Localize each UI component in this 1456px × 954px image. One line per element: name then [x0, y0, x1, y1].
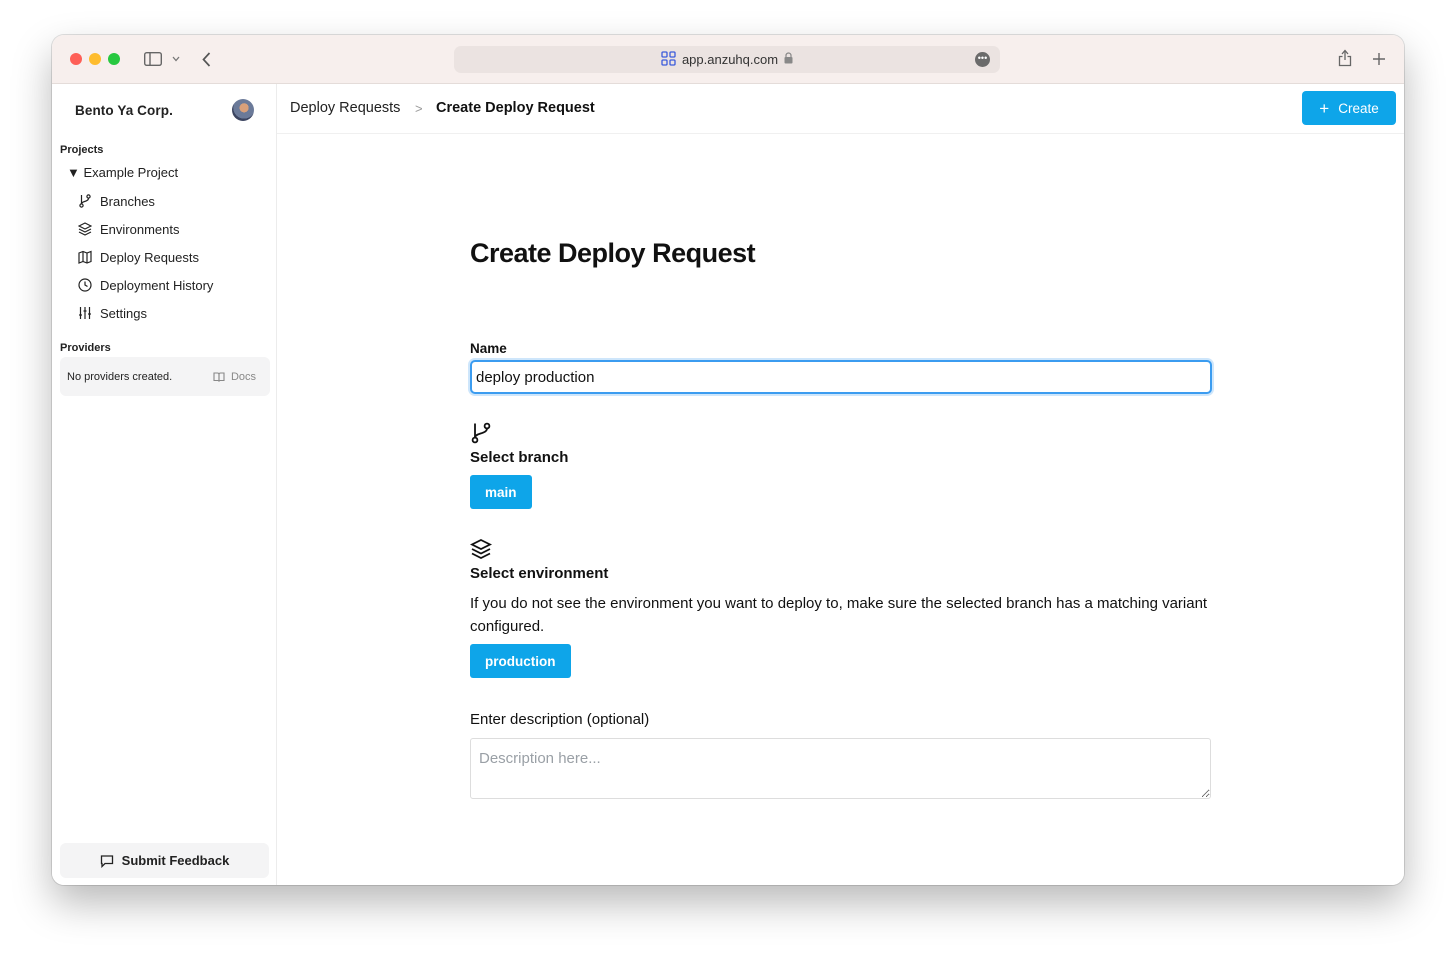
projects-heading: Projects [60, 144, 104, 156]
browser-window: app.anzuhq.com ••• Bento Ya Corp. Projec… [52, 35, 1404, 885]
share-icon[interactable] [1336, 48, 1354, 68]
select-branch-label: Select branch [470, 449, 569, 466]
back-arrow-icon[interactable] [199, 49, 213, 69]
submit-feedback-button[interactable]: Submit Feedback [60, 843, 269, 878]
layers-icon [470, 538, 492, 560]
site-grid-icon [661, 50, 676, 69]
sliders-icon [79, 307, 91, 319]
project-toggle[interactable]: ▼ Example Project [67, 165, 178, 180]
sidebar-item-label: Settings [100, 305, 147, 321]
lock-icon [784, 52, 793, 67]
sidebar-item-branches[interactable]: Branches [78, 191, 155, 211]
sidebar-item-environments[interactable]: Environments [78, 219, 179, 239]
submit-feedback-label: Submit Feedback [121, 853, 230, 868]
layers-icon [78, 222, 92, 236]
git-branch-icon [471, 422, 491, 444]
url-text: app.anzuhq.com [681, 52, 779, 67]
avatar[interactable] [232, 99, 254, 121]
create-button-label: Create [1338, 100, 1379, 116]
branch-option-main[interactable]: main [470, 475, 532, 509]
select-environment-label: Select environment [470, 565, 609, 582]
chevron-down-icon[interactable] [171, 49, 181, 69]
sidebar-item-label: Branches [100, 193, 155, 209]
page-title: Create Deploy Request [470, 238, 756, 268]
sidebar-item-deployment-history[interactable]: Deployment History [78, 275, 213, 295]
sidebar-item-settings[interactable]: Settings [78, 303, 147, 323]
git-branch-icon [79, 194, 91, 208]
clock-icon [78, 278, 92, 292]
no-providers-text: No providers created. [67, 370, 173, 383]
close-window-button[interactable] [70, 53, 82, 65]
message-square-icon [100, 854, 113, 868]
address-bar[interactable]: app.anzuhq.com ••• [454, 46, 1000, 73]
sidebar-item-label: Deploy Requests [100, 249, 199, 265]
docs-label: Docs [230, 370, 256, 383]
docs-link[interactable]: Docs [213, 371, 256, 383]
create-button[interactable]: + Create [1302, 91, 1396, 125]
providers-heading: Providers [60, 342, 111, 354]
plus-icon: + [1319, 98, 1330, 118]
sidebar: Bento Ya Corp. Projects ▼ Example Projec… [52, 84, 277, 885]
breadcrumb-current: Create Deploy Request [436, 100, 595, 116]
name-input[interactable] [470, 360, 1212, 394]
sidebar-item-deploy-requests[interactable]: Deploy Requests [78, 247, 199, 267]
breadcrumb-separator: > [415, 101, 423, 116]
map-icon [78, 250, 92, 264]
sidebar-item-label: Deployment History [100, 277, 214, 293]
environment-option-production[interactable]: production [470, 644, 571, 678]
minimize-window-button[interactable] [89, 53, 101, 65]
maximize-window-button[interactable] [108, 53, 120, 65]
environment-help-text: If you do not see the environment you wa… [470, 595, 1208, 635]
providers-panel: No providers created. Docs [60, 357, 270, 396]
book-icon [213, 371, 225, 382]
description-label: Enter description (optional) [470, 711, 650, 728]
description-input[interactable] [470, 738, 1211, 799]
new-tab-icon[interactable] [1370, 49, 1388, 69]
sidebar-toggle-icon[interactable] [143, 49, 163, 69]
browser-toolbar: app.anzuhq.com ••• [52, 35, 1404, 84]
main-content: Deploy Requests > Create Deploy Request … [277, 84, 1404, 885]
breadcrumb-deploy-requests[interactable]: Deploy Requests [290, 100, 400, 116]
org-name[interactable]: Bento Ya Corp. [75, 103, 173, 118]
more-options-icon[interactable]: ••• [975, 52, 990, 67]
name-label: Name [470, 341, 507, 356]
breadcrumb: Deploy Requests > Create Deploy Request … [277, 84, 1404, 134]
sidebar-item-label: Environments [100, 221, 180, 237]
